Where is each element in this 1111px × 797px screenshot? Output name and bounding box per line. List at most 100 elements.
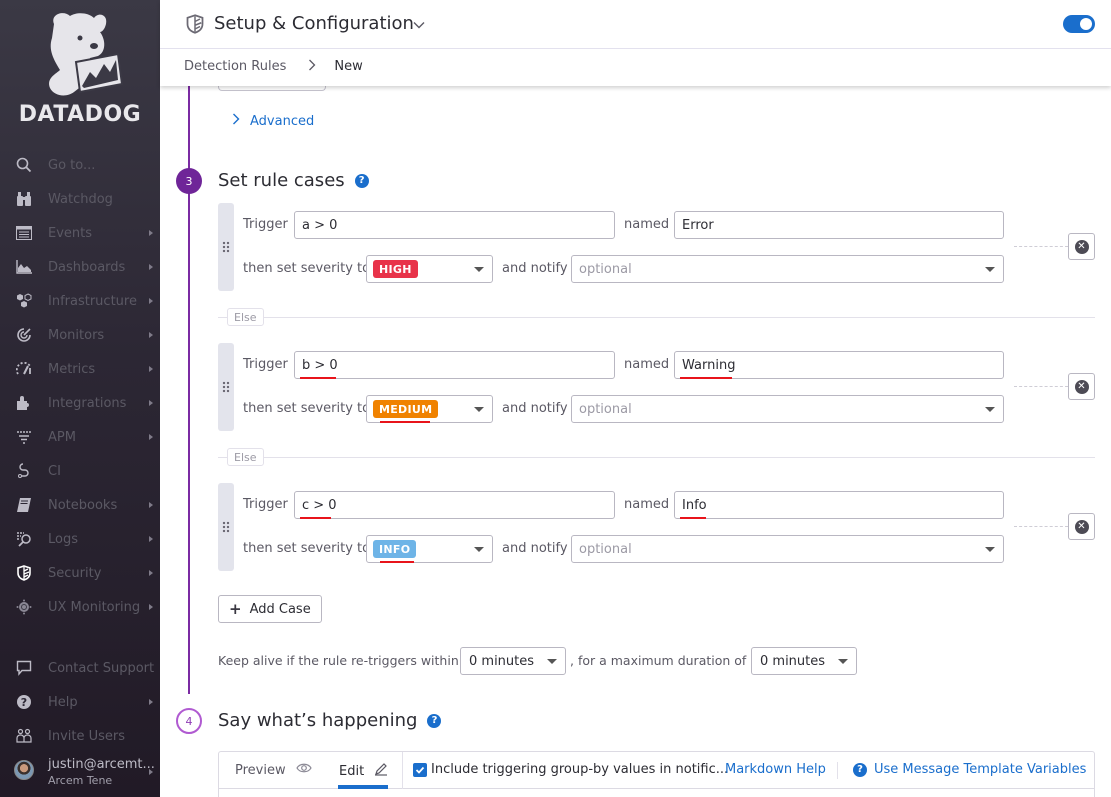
case-name-input[interactable]: Info	[674, 491, 1004, 519]
max-duration-select[interactable]: 0 minutes	[751, 647, 857, 675]
notify-label: and notify	[502, 261, 568, 276]
section-title-text: Set rule cases	[218, 170, 345, 191]
shield-icon	[15, 564, 33, 582]
sidebar-item-label: Invite Users	[48, 728, 126, 744]
submenu-caret-icon	[149, 699, 153, 705]
sidebar-item-metrics[interactable]: Metrics	[0, 352, 160, 386]
sidebar-item-label: Integrations	[48, 395, 127, 411]
sidebar-item-goto[interactable]: Go to...	[0, 148, 160, 182]
plus-icon: +	[229, 600, 242, 618]
sidebar-item-ux-monitoring[interactable]: UX Monitoring	[0, 590, 160, 624]
keep-alive-label: Keep alive if the rule re-triggers withi…	[218, 653, 459, 668]
section-title-say-whats-happening: Say what’s happening ?	[218, 710, 442, 731]
dropdown-arrow-icon	[547, 659, 557, 664]
sidebar-item-integrations[interactable]: Integrations	[0, 386, 160, 420]
keep-alive-within-select[interactable]: 0 minutes	[460, 647, 566, 675]
sidebar-item-infrastructure[interactable]: Infrastructure	[0, 284, 160, 318]
sidebar-item-apm[interactable]: APM	[0, 420, 160, 454]
active-tab-indicator	[338, 785, 388, 789]
tab-preview-label: Preview	[235, 762, 286, 778]
sidebar-item-label: UX Monitoring	[48, 599, 141, 615]
sidebar-item-label: CI	[48, 463, 61, 479]
max-duration-value: 0 minutes	[760, 653, 826, 669]
submenu-caret-icon	[149, 332, 153, 338]
drag-handle-icon[interactable]	[218, 343, 234, 431]
add-case-button[interactable]: + Add Case	[218, 595, 322, 623]
sidebar-user-menu[interactable]: justin@arcemt... Arcem Tene	[0, 754, 160, 790]
max-duration-label: , for a maximum duration of	[570, 653, 747, 668]
sidebar-item-label: APM	[48, 429, 76, 445]
template-variables-label: Use Message Template Variables	[874, 762, 1087, 777]
case-name-input[interactable]: Warning	[674, 351, 1004, 379]
user-email: justin@arcemt...	[48, 757, 155, 772]
message-editor: Preview Edit Include triggering group-by…	[218, 751, 1095, 797]
include-groupby-label[interactable]: Include triggering group-by values in no…	[431, 762, 728, 777]
sidebar-item-watchdog[interactable]: Watchdog	[0, 182, 160, 216]
sidebar-item-label: Events	[48, 225, 93, 241]
case-name-input[interactable]: Error	[674, 211, 1004, 239]
tab-preview[interactable]: Preview	[235, 762, 312, 778]
remove-case-button[interactable]: ✕	[1068, 373, 1095, 400]
rule-case-1: Trigger a > 0 named Error then set sever…	[218, 203, 1111, 291]
close-icon: ✕	[1074, 519, 1089, 534]
trigger-input[interactable]: c > 0	[294, 491, 615, 519]
notify-label: and notify	[502, 541, 568, 556]
sidebar-item-events[interactable]: Events	[0, 216, 160, 250]
severity-select[interactable]: INFO	[366, 535, 493, 563]
severity-select[interactable]: HIGH	[366, 255, 493, 283]
add-case-label: Add Case	[249, 601, 311, 617]
sidebar-item-security[interactable]: Security	[0, 556, 160, 590]
monitors-icon	[15, 326, 33, 344]
advanced-toggle[interactable]: Advanced	[232, 113, 314, 129]
template-variables-link[interactable]: ? Use Message Template Variables	[853, 762, 1086, 777]
sidebar-item-help[interactable]: ? Help	[0, 685, 160, 719]
notify-select[interactable]: optional	[571, 535, 1004, 563]
pencil-icon	[374, 762, 388, 780]
markdown-help-link[interactable]: Markdown Help	[725, 762, 826, 777]
user-org: Arcem Tene	[48, 774, 113, 787]
submenu-caret-icon	[149, 536, 153, 542]
named-label: named	[624, 217, 670, 232]
remove-case-button[interactable]: ✕	[1068, 233, 1095, 260]
submenu-caret-icon	[149, 400, 153, 406]
header-toggle[interactable]	[1063, 15, 1095, 33]
sidebar-item-monitors[interactable]: Monitors	[0, 318, 160, 352]
sidebar-item-label: Logs	[48, 531, 78, 547]
sidebar-item-contact-support[interactable]: Contact Support	[0, 651, 160, 685]
sidebar-item-label: Infrastructure	[48, 293, 137, 309]
trigger-label: Trigger	[243, 217, 288, 232]
dropdown-arrow-icon	[985, 547, 995, 552]
infrastructure-icon	[15, 292, 33, 310]
severity-select[interactable]: MEDIUM	[366, 395, 493, 423]
chevron-down-icon[interactable]	[412, 17, 426, 36]
drag-handle-icon[interactable]	[218, 203, 234, 291]
trigger-input[interactable]: a > 0	[294, 211, 615, 239]
users-icon	[15, 727, 33, 745]
notify-select[interactable]: optional	[571, 395, 1004, 423]
case-connector	[1014, 526, 1068, 527]
sidebar-item-label: Watchdog	[48, 191, 113, 207]
help-icon[interactable]: ?	[354, 173, 369, 188]
toolbar-divider	[837, 762, 838, 779]
help-icon[interactable]: ?	[427, 713, 442, 728]
notify-select[interactable]: optional	[571, 255, 1004, 283]
page-title[interactable]: Setup & Configuration	[214, 13, 414, 34]
search-icon	[15, 156, 33, 174]
drag-handle-icon[interactable]	[218, 483, 234, 571]
sidebar-item-dashboards[interactable]: Dashboards	[0, 250, 160, 284]
events-icon	[15, 224, 33, 242]
spellcheck-underline	[380, 421, 430, 423]
breadcrumb-separator-icon	[308, 59, 316, 74]
tab-edit[interactable]: Edit	[339, 762, 388, 780]
trigger-input[interactable]: b > 0	[294, 351, 615, 379]
dropdown-arrow-icon	[474, 267, 484, 272]
submenu-caret-icon	[149, 769, 153, 775]
sidebar-item-invite-users[interactable]: Invite Users	[0, 719, 160, 753]
sidebar-item-logs[interactable]: Logs	[0, 522, 160, 556]
include-groupby-checkbox[interactable]	[413, 763, 427, 777]
datadog-logo[interactable]: DATADOG	[0, 0, 160, 140]
sidebar-item-ci[interactable]: CI	[0, 454, 160, 488]
breadcrumb-detection-rules[interactable]: Detection Rules	[184, 59, 286, 74]
remove-case-button[interactable]: ✕	[1068, 513, 1095, 540]
sidebar-item-notebooks[interactable]: Notebooks	[0, 488, 160, 522]
